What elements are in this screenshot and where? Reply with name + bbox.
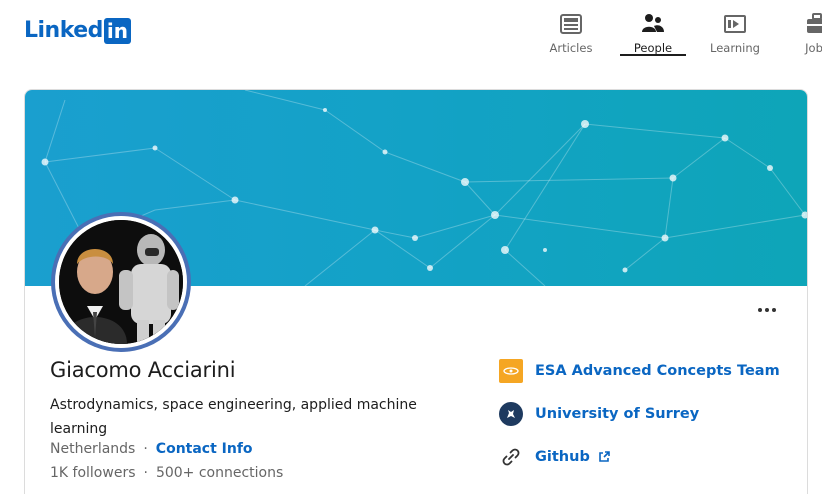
nav-articles-label: Articles [549,41,593,55]
nav-people-label: People [633,41,673,55]
location-row: Netherlands · Contact Info [50,441,253,457]
company-link[interactable]: ESA Advanced Concepts Team [535,363,780,379]
separator-dot: · [143,441,148,457]
profile-photo-image [55,216,187,348]
nav-jobs[interactable]: Jobs [776,8,822,56]
logo-wordmark: Linked [24,18,103,43]
profile-headline: Astrodynamics, space engineering, applie… [50,397,417,437]
profile-photo[interactable] [51,212,191,352]
linkedin-logo[interactable]: Linked in [24,17,131,45]
profile-highlights: ESA Advanced Concepts Team University of… [499,356,780,485]
external-link-icon [599,451,610,462]
github-link[interactable]: Github [535,449,610,465]
separator-dot: · [143,465,148,481]
followers-count: 1K followers [50,465,136,481]
website-item[interactable]: Github [499,442,780,472]
more-actions-button[interactable] [751,300,783,320]
school-link[interactable]: University of Surrey [535,406,699,422]
profile-card: Giacomo Acciarini Astrodynamics, space e… [24,89,808,494]
current-company-item[interactable]: ESA Advanced Concepts Team [499,356,780,386]
nav-learning-label: Learning [710,41,760,55]
nav-people[interactable]: People [612,8,694,56]
more-dot-icon [758,308,762,312]
contact-info-link[interactable]: Contact Info [156,441,253,457]
nav-learning[interactable]: Learning [694,8,776,56]
network-stats-row: 1K followers · 500+ connections [50,465,283,481]
surrey-logo-icon [499,402,523,426]
nav-jobs-label: Jobs [805,41,822,55]
more-dot-icon [772,308,776,312]
nav-articles[interactable]: Articles [530,8,612,56]
profile-name: Giacomo Acciarini [50,358,236,382]
people-icon [642,14,664,32]
esa-logo-icon [499,359,523,383]
github-link-label: Github [535,449,590,465]
articles-icon [560,14,582,34]
logo-in-box: in [103,18,131,44]
connections-count: 500+ connections [155,465,284,481]
jobs-icon [807,13,822,33]
more-dot-icon [765,308,769,312]
main-nav: Articles People Learning Job [530,8,822,56]
link-icon [499,445,523,469]
education-item[interactable]: University of Surrey [499,399,780,429]
profile-location: Netherlands [50,441,136,457]
learning-icon [724,15,746,33]
top-navigation: Linked in Articles People Learning Job [0,0,822,62]
